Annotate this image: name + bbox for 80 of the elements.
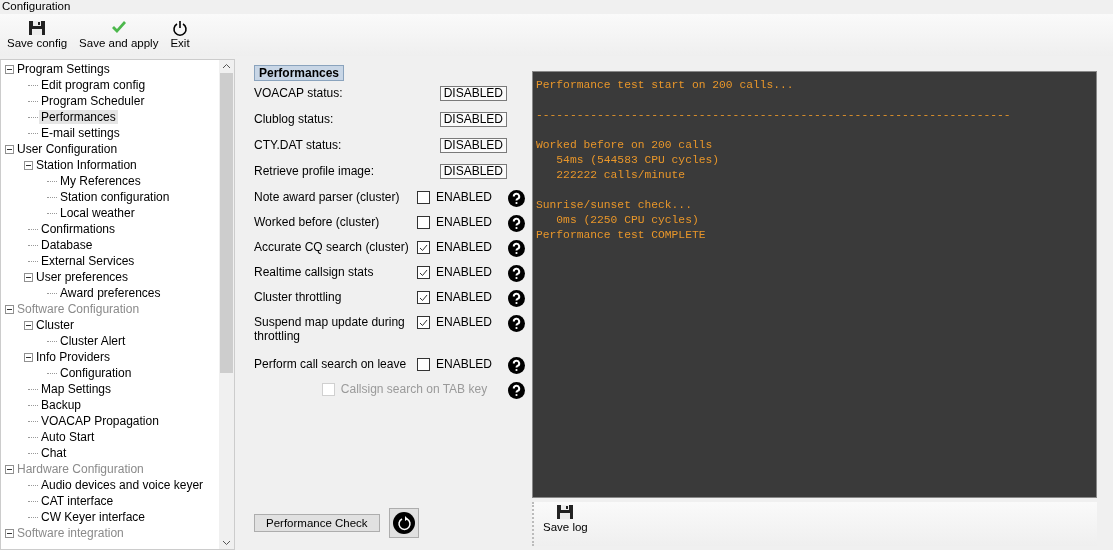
checkbox[interactable] <box>417 241 430 254</box>
tree-item[interactable]: E-mail settings <box>39 126 122 140</box>
help-icon[interactable] <box>508 357 525 374</box>
log-line: 54ms (544583 CPU cycles) <box>555 153 721 168</box>
tree-item[interactable]: Database <box>39 238 95 252</box>
setting-label: Suspend map update during throttling <box>254 315 406 343</box>
collapse-toggle-icon[interactable] <box>24 272 33 282</box>
log-line: ---------------------------------------------------------------------- <box>536 108 1012 123</box>
window-title: Configuration <box>2 0 71 12</box>
tree-item[interactable]: Program Scheduler <box>39 94 147 108</box>
section-heading: Performances <box>254 65 345 81</box>
checkmark-icon <box>419 293 428 302</box>
help-icon[interactable] <box>508 190 525 207</box>
help-icon[interactable] <box>508 215 525 232</box>
checkbox[interactable] <box>417 191 430 204</box>
setting-label: Perform call search on leave <box>254 357 408 371</box>
checkbox[interactable] <box>417 266 430 279</box>
checkbox-label: ENABLED <box>436 190 494 204</box>
checkmark-icon <box>419 243 428 252</box>
checkbox[interactable] <box>417 316 430 329</box>
checkbox-label: ENABLED <box>436 265 494 279</box>
tree-item[interactable]: Performances <box>39 110 118 124</box>
tree-item[interactable]: Award preferences <box>58 286 163 300</box>
log-line: Sunrise/sunset check... <box>536 198 693 213</box>
checkbox-label: ENABLED <box>436 240 494 254</box>
tree-item[interactable]: User preferences <box>34 270 131 284</box>
tree-item[interactable]: Program Settings <box>15 62 112 76</box>
collapse-toggle-icon[interactable] <box>5 64 14 74</box>
save-log-button[interactable]: Save log <box>540 502 591 546</box>
help-icon[interactable] <box>508 240 525 257</box>
status-value: DISABLED <box>439 86 507 101</box>
tree-item[interactable]: Confirmations <box>39 222 118 236</box>
tree-item[interactable]: Local weather <box>58 206 137 220</box>
tree-item[interactable]: Station Information <box>34 158 139 172</box>
tree-item[interactable]: Edit program config <box>39 78 148 92</box>
setting-label: Note award parser (cluster) <box>254 190 401 204</box>
refresh-button[interactable] <box>388 508 419 538</box>
checkmark-icon <box>419 318 428 327</box>
setting-label: Realtime callsign stats <box>254 265 375 279</box>
refresh-icon <box>392 512 415 534</box>
checkbox[interactable] <box>417 291 430 304</box>
power-icon <box>172 20 188 36</box>
collapse-toggle-icon[interactable] <box>5 144 14 154</box>
checkbox-label: ENABLED <box>436 357 494 371</box>
status-value: DISABLED <box>439 138 507 153</box>
checkbox[interactable] <box>417 358 430 371</box>
scrollbar[interactable] <box>219 60 234 549</box>
log-line: 222222 calls/minute <box>555 168 687 183</box>
setting-label: CTY.DAT status: <box>254 138 343 152</box>
tree-item[interactable]: External Services <box>39 254 137 268</box>
log-line: Performance test start on 200 calls... <box>536 78 795 93</box>
tree-item[interactable]: Station configuration <box>58 190 172 204</box>
tree-item[interactable]: User Configuration <box>15 142 120 156</box>
help-icon[interactable] <box>508 290 525 307</box>
status-value: DISABLED <box>439 112 507 127</box>
status-value: DISABLED <box>439 164 507 179</box>
log-line: Worked before on 200 calls <box>536 138 714 153</box>
log-line: 0ms (2250 CPU cycles) <box>555 213 700 228</box>
help-icon[interactable] <box>508 382 525 399</box>
checkbox[interactable] <box>417 216 430 229</box>
tree-item[interactable]: My References <box>58 174 143 188</box>
toolbar-button[interactable]: Exit <box>167 18 193 56</box>
setting-label: Accurate CQ search (cluster) <box>254 240 410 254</box>
checkmark-icon <box>419 268 428 277</box>
setting-label: VOACAP status: <box>254 86 344 100</box>
setting-label: Retrieve profile image: <box>254 164 376 178</box>
checkbox-label: ENABLED <box>436 315 494 329</box>
performance-check-button[interactable]: Performance Check <box>254 514 380 532</box>
collapse-toggle-icon[interactable] <box>24 160 33 170</box>
setting-label: Clublog status: <box>254 112 335 126</box>
help-icon[interactable] <box>508 315 525 332</box>
toolbar-button[interactable]: Save and apply <box>76 18 162 56</box>
toolbar-button[interactable]: Save config <box>4 18 71 56</box>
log-line: Performance test COMPLETE <box>536 228 707 243</box>
checkbox-label: ENABLED <box>436 290 494 304</box>
checkbox-label: Callsign search on TAB key <box>340 382 489 396</box>
setting-label: Worked before (cluster) <box>254 215 381 229</box>
setting-label: Cluster throttling <box>254 290 343 304</box>
checkbox-label: ENABLED <box>436 215 494 229</box>
help-icon[interactable] <box>508 265 525 282</box>
